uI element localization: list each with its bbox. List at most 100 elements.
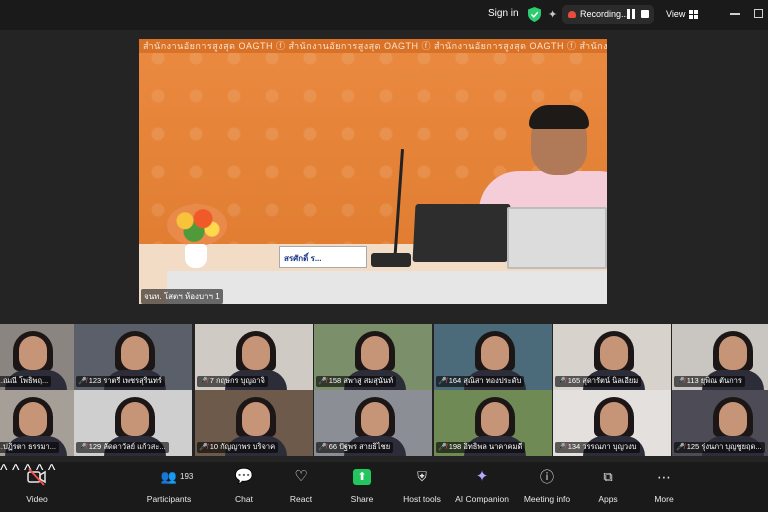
host-tools-label: Host tools <box>403 494 441 504</box>
video-button[interactable]: Video <box>20 466 54 510</box>
participant-name-label: 🎤̸ 165 สุดารัตน์ นิลเอียม <box>555 376 642 387</box>
participant-name: 198 อิทธิพล นาคาคมดี <box>448 442 523 451</box>
sparkle-icon[interactable]: ✦ <box>548 8 557 21</box>
share-button[interactable]: ⬆ Share <box>346 466 378 510</box>
participant-tile[interactable]: 🎤̸ 158 สพาสู สมสุนันท์ <box>314 324 432 390</box>
participant-name-label: 🎤̸ 129 ลัดดาวัลย์ แก้วสะ... <box>76 442 169 453</box>
participant-face <box>242 401 271 436</box>
stop-recording-icon[interactable] <box>641 10 649 18</box>
participant-name: 165 สุดารัตน์ นิลเอียม <box>567 376 639 385</box>
host-tools-button[interactable]: ⛨ Host tools <box>400 466 444 510</box>
participant-tile[interactable]: 🎤̸ 129 ลัดดาวัลย์ แก้วสะ... <box>74 390 192 456</box>
participant-tile[interactable]: 🎤̸ 165 สุดารัตน์ นิลเอียม <box>553 324 671 390</box>
chat-button[interactable]: 💬 Chat <box>230 466 258 510</box>
participant-name-label: 🎤̸...ณณี โพธิพฤ... <box>0 376 52 387</box>
more-icon: ⋯ <box>657 469 671 485</box>
participant-tile[interactable]: 🎤̸ 164 สุณิสา ทองประดับ <box>434 324 552 390</box>
participants-options-caret[interactable]: ^ <box>12 462 20 479</box>
participant-face <box>361 401 390 436</box>
muted-mic-icon: 🎤̸ <box>438 378 447 385</box>
flower-arrangement <box>167 204 227 246</box>
speaker-nameplate: สรศักดิ์ ร... <box>279 246 367 268</box>
shield-icon[interactable] <box>528 7 541 22</box>
restore-window-icon[interactable] <box>754 9 763 18</box>
participant-tile[interactable]: 🎤̸...ณณี โพธิพฤ... <box>0 324 74 390</box>
participant-name-label: 🎤̸ 125 รุ่งนภา บุญชูยฤด... <box>674 442 765 453</box>
participant-face <box>18 401 47 436</box>
participant-name-label: 🎤̸ 134 วรรณภา บุญวงบ <box>555 442 640 453</box>
desk-front <box>167 271 607 304</box>
participant-tile[interactable]: 🎤̸ 66 ปัฐพร สายธิไชย <box>314 390 432 456</box>
muted-mic-icon: 🎤̸ <box>438 444 447 451</box>
muted-mic-icon: 🎤̸ <box>78 378 87 385</box>
participant-name-label: 🎤̸ 66 ปัฐพร สายธิไชย <box>316 442 394 453</box>
video-options-caret[interactable]: ^ <box>0 462 8 479</box>
apps-button[interactable]: ⧉ Apps <box>594 466 622 510</box>
participant-name-label: 🎤̸ 113 ยุพิณ ตันการ <box>674 376 745 387</box>
recording-label: Recording... <box>580 9 629 19</box>
cloud-record-icon <box>568 11 576 18</box>
participant-face <box>361 335 390 370</box>
pause-recording-icon[interactable] <box>626 9 636 19</box>
react-label: React <box>289 494 313 504</box>
grid-icon <box>689 10 698 19</box>
chat-label: Chat <box>235 494 253 504</box>
muted-mic-icon: 🎤̸ <box>557 378 566 385</box>
backdrop-banner-text: สำนักงานอัยการสูงสุด OAGTH ⓕ สำนักงานอัย… <box>139 39 607 53</box>
zoom-meeting-window: Sign in ✦ Recording... View สำนักงานอัยก… <box>0 0 768 512</box>
minimize-icon[interactable] <box>730 13 740 15</box>
view-button[interactable]: View <box>664 5 706 24</box>
participant-face <box>18 335 47 370</box>
info-icon: ⓘ <box>540 469 554 485</box>
recording-indicator[interactable]: Recording... <box>562 5 654 24</box>
chat-icon: 💬 <box>234 468 254 485</box>
participant-tile[interactable]: 🎤̸ 7 กฤษกร บุญอาจิ <box>195 324 313 390</box>
participant-tile[interactable]: 🎤̸...ปฏิรตา ธรรมา... <box>0 390 74 456</box>
participant-tile[interactable]: 🎤̸ 134 วรรณภา บุญวงบ <box>553 390 671 456</box>
participant-face <box>242 335 271 370</box>
host-shield-icon: ⛨ <box>417 469 427 484</box>
participant-tile[interactable]: 🎤̸ 113 ยุพิณ ตันการ <box>672 324 768 390</box>
participant-face <box>719 335 748 370</box>
meeting-info-button[interactable]: ⓘ Meeting info <box>521 466 573 510</box>
participant-face <box>481 335 510 370</box>
participant-tile[interactable]: 🎤̸ 123 ราตรี เพชรสุรินทร์ <box>74 324 192 390</box>
apps-label: Apps <box>598 494 618 504</box>
participant-name-label: 🎤̸...ปฏิรตา ธรรมา... <box>0 442 60 453</box>
muted-mic-icon: 🎤̸ <box>78 444 87 451</box>
participant-name: 164 สุณิสา ทองประดับ <box>448 376 522 385</box>
participant-tile[interactable]: 🎤̸ 198 อิทธิพล นาคาคมดี <box>434 390 552 456</box>
ai-companion-button[interactable]: ✦ AI Companion <box>454 466 510 510</box>
more-button[interactable]: ⋯ More <box>648 466 680 510</box>
speaker-name-label: จนท. โสตฯ ห้องบาฯ 1 <box>141 289 223 304</box>
muted-mic-icon: 🎤̸ <box>318 444 327 451</box>
participant-tile[interactable]: 🎤̸ 10 กัญญาพร บริจาค <box>195 390 313 456</box>
participant-face <box>121 401 150 436</box>
participant-name: 7 กฤษกร บุญอาจิ <box>209 376 265 385</box>
muted-mic-icon: 🎤̸ <box>199 378 208 385</box>
share-screen-icon: ⬆ <box>353 469 371 485</box>
view-label: View <box>666 9 686 19</box>
participant-face <box>600 401 629 436</box>
video-off-icon <box>27 468 46 486</box>
participant-name-label: 🎤̸ 10 กัญญาพร บริจาค <box>197 442 279 453</box>
participant-face <box>121 335 150 370</box>
participant-name: 134 วรรณภา บุญวงบ <box>567 442 637 451</box>
participant-name-label: 🎤̸ 7 กฤษกร บุญอาจิ <box>197 376 268 387</box>
react-button[interactable]: ♡ React <box>286 466 316 510</box>
meeting-info-label: Meeting info <box>523 494 571 504</box>
participant-name: 10 กัญญาพร บริจาค <box>209 442 276 451</box>
active-speaker-video[interactable]: สำนักงานอัยการสูงสุด OAGTH ⓕ สำนักงานอัย… <box>139 39 607 304</box>
participant-tile[interactable]: 🎤̸ 125 รุ่งนภา บุญชูยฤด... <box>672 390 768 456</box>
muted-mic-icon: 🎤̸ <box>199 444 208 451</box>
meeting-toolbar: Video ^ 👥 Participants 193 ^ 💬 Chat ^ ♡ … <box>0 462 768 512</box>
muted-mic-icon: 🎤̸ <box>676 444 685 451</box>
video-stage: สำนักงานอัยการสูงสุด OAGTH ⓕ สำนักงานอัย… <box>0 30 768 462</box>
participant-count: 193 <box>180 472 194 481</box>
participant-name-label: 🎤̸ 123 ราตรี เพชรสุรินทร์ <box>76 376 165 387</box>
heart-icon: ♡ <box>294 468 308 485</box>
sign-in-link[interactable]: Sign in <box>488 8 519 19</box>
participant-name: 125 รุ่งนภา บุญชูยฤด... <box>686 442 762 451</box>
participant-name: ...ปฏิรตา ธรรมา... <box>0 442 57 451</box>
participant-name: 129 ลัดดาวัลย์ แก้วสะ... <box>88 442 166 451</box>
